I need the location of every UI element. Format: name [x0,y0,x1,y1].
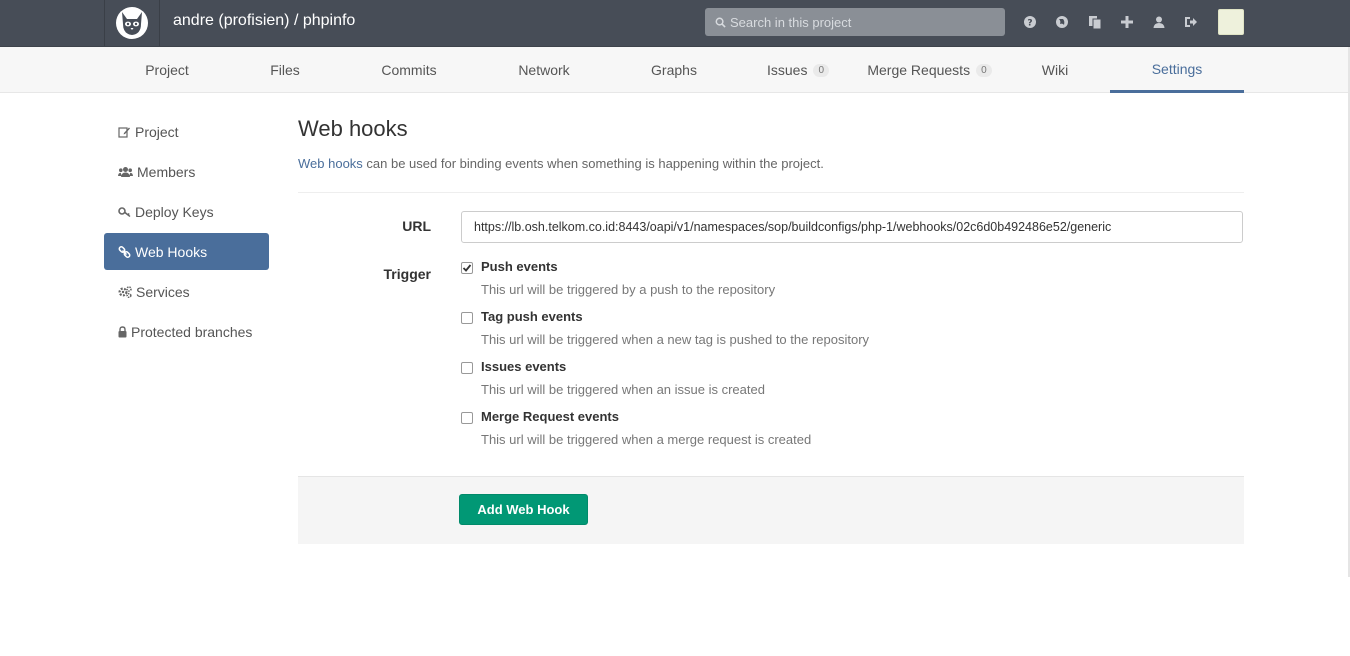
sidebar-item-members[interactable]: Members [104,153,269,190]
checkmark-icon [462,264,472,272]
user-icon[interactable] [1150,13,1168,31]
cogs-icon [118,285,132,298]
svg-text:?: ? [1027,19,1032,29]
page-title: Web hooks [298,116,408,141]
tab-label: Issues [766,62,808,78]
sidebar-item-deploy-keys[interactable]: Deploy Keys [104,193,269,230]
sidebar-item-protected-branches[interactable]: Protected branches [104,313,269,350]
add-web-hook-button[interactable]: Add Web Hook [459,494,588,525]
sidebar-item-label: Members [137,163,196,180]
merge-request-events-checkbox[interactable] [461,412,473,424]
search-icon [715,17,726,28]
project-nav: Project Files Commits Network Graphs Iss… [0,47,1350,93]
avatar[interactable] [1218,9,1244,35]
tag-push-events-label[interactable]: Tag push events [481,309,583,324]
sidebar-item-project[interactable]: Project [104,113,269,150]
tab-label: Commits [381,62,437,78]
url-label: URL [402,218,431,234]
users-icon [118,166,133,177]
logo-link[interactable] [104,0,160,46]
copy-icon[interactable] [1086,13,1104,31]
form-actions [298,476,1244,544]
tab-commits[interactable]: Commits [363,47,455,93]
push-events-checkbox[interactable] [461,262,473,274]
push-events-help: This url will be triggered by a push to … [481,282,776,297]
tab-files[interactable]: Files [250,47,320,93]
sidebar-item-web-hooks[interactable]: Web Hooks [104,233,269,270]
tab-network[interactable]: Network [500,47,588,93]
issues-events-label[interactable]: Issues events [481,359,566,374]
tag-push-events-help: This url will be triggered when a new ta… [481,332,870,347]
page-description: Web hooks can be used for binding events… [298,156,824,171]
merge-requests-count-badge: 0 [976,63,992,77]
globe-icon[interactable] [1053,13,1071,31]
tab-label: Files [270,62,300,78]
merge-request-events-help: This url will be triggered when a merge … [481,432,812,447]
tab-graphs[interactable]: Graphs [635,47,713,93]
tab-label: Project [145,62,189,78]
tab-merge-requests[interactable]: Merge Requests 0 [862,47,997,93]
sidebar-item-label: Services [136,283,190,300]
trigger-label: Trigger [383,266,431,282]
tag-push-events-checkbox[interactable] [461,312,473,324]
gitlab-cat-logo-icon [116,7,148,39]
tab-wiki[interactable]: Wiki [1030,47,1080,93]
link-icon [118,245,131,258]
url-field[interactable] [461,211,1243,243]
project-title-link[interactable]: andre (profisien) / phpinfo [173,12,355,30]
search-input[interactable]: Search in this project [705,8,1005,36]
help-icon[interactable]: ? [1021,13,1039,31]
issues-events-help: This url will be triggered when an issue… [481,382,765,397]
tab-label: Wiki [1041,62,1069,78]
divider [298,192,1244,193]
tab-issues[interactable]: Issues 0 [758,47,838,93]
tab-label: Network [518,62,570,78]
issues-events-checkbox[interactable] [461,362,473,374]
sidebar-item-label: Web Hooks [135,243,208,260]
key-icon [118,206,131,217]
merge-request-events-label[interactable]: Merge Request events [481,409,619,424]
issues-count-badge: 0 [813,63,830,77]
tab-label: Settings [1151,60,1203,77]
tab-project[interactable]: Project [124,47,210,93]
edit-icon [118,126,130,138]
plus-icon[interactable] [1118,13,1136,31]
sidebar-item-services[interactable]: Services [104,273,269,310]
page-description-text: can be used for binding events when some… [362,156,824,171]
sidebar-item-label: Project [135,123,179,140]
tab-label: Merge Requests [867,62,971,78]
search-placeholder: Search in this project [730,14,852,30]
push-events-label[interactable]: Push events [481,259,558,274]
sidebar-item-label: Protected branches [131,323,253,340]
tab-settings[interactable]: Settings [1110,47,1244,93]
lock-icon [118,325,127,337]
tab-label: Graphs [651,62,697,78]
top-header: andre (profisien) / phpinfo Search in th… [0,0,1350,47]
sidebar-item-label: Deploy Keys [135,203,214,220]
sign-out-icon[interactable] [1182,13,1200,31]
web-hooks-help-link[interactable]: Web hooks [298,156,363,171]
